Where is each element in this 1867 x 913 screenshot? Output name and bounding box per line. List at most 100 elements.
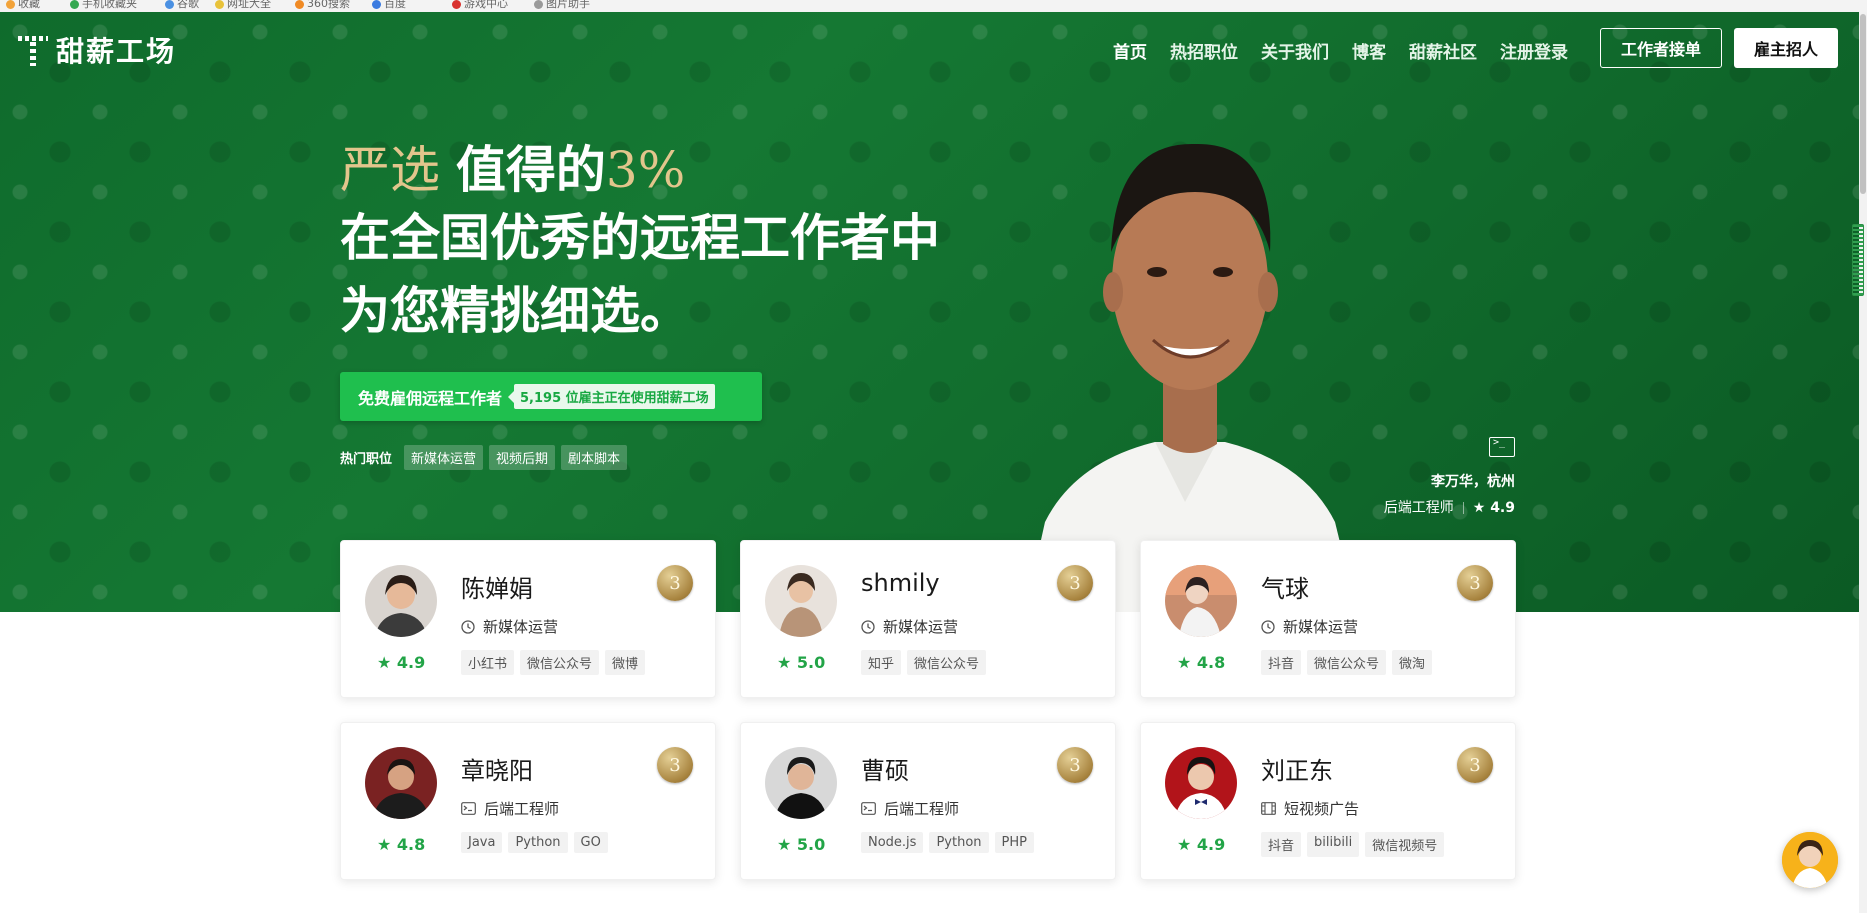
worker-card[interactable]: 章晓阳 3 后端工程师 ★ 4.8 Java Python GO <box>340 722 716 880</box>
worker-role-label: 新媒体运营 <box>883 618 959 636</box>
bookmark-item[interactable]: 图片助手 <box>534 0 590 11</box>
worker-skill-tags: 小红书 微信公众号 微博 <box>461 650 651 675</box>
headline-white-word: 值得的 <box>455 141 606 199</box>
featured-worker-rating: ★ 4.9 <box>1472 500 1515 516</box>
bookmark-label: 网址大全 <box>227 0 271 10</box>
divider <box>1462 502 1464 514</box>
skill-tag: 微信公众号 <box>520 650 600 675</box>
clock-icon <box>861 619 875 634</box>
search-icon <box>295 0 304 9</box>
bookmark-label: 收藏 <box>18 0 40 10</box>
worker-skill-tags: 抖音 微信公众号 微淘 <box>1261 650 1438 675</box>
worker-role-label: 后端工程师 <box>884 800 960 818</box>
worker-rating: ★ 5.0 <box>777 653 826 672</box>
globe-icon <box>165 0 174 9</box>
film-icon <box>1261 802 1276 815</box>
avatar <box>365 747 437 819</box>
nav-link-home[interactable]: 首页 <box>1113 38 1147 63</box>
featured-worker-role-row: 后端工程师 ★ 4.9 <box>1384 497 1515 517</box>
worker-skill-tags: Java Python GO <box>461 832 614 853</box>
top-3-percent-badge-icon: 3 <box>1457 565 1493 601</box>
bookmark-item[interactable]: 手机收藏夹 <box>70 0 137 11</box>
cta-employer-count-badge: 5,195 位雇主正在使用甜薪工场 <box>514 384 715 409</box>
skill-tag: 微信公众号 <box>907 650 987 675</box>
worker-role: 新媒体运营 <box>861 616 958 637</box>
skill-tag: 微淘 <box>1392 650 1433 675</box>
star-icon <box>6 0 15 9</box>
clock-icon <box>1261 619 1275 634</box>
nav-link-community[interactable]: 甜薪社区 <box>1409 38 1477 63</box>
worker-rating: ★ 4.9 <box>1177 835 1226 854</box>
featured-worker-caption: 李万华，杭州 后端工程师 ★ 4.9 <box>1384 437 1515 517</box>
avatar <box>765 747 837 819</box>
worker-name: 曹硕 <box>861 757 909 785</box>
featured-worker-role: 后端工程师 <box>1383 500 1454 516</box>
featured-worker-portrait <box>1025 143 1357 612</box>
bookmark-item[interactable]: 百度 <box>372 0 406 11</box>
nav-link-hot-jobs[interactable]: 热招职位 <box>1170 38 1238 63</box>
skill-tag: 小红书 <box>461 650 515 675</box>
nav-link-register-login[interactable]: 注册登录 <box>1500 38 1568 63</box>
avatar-image <box>765 565 837 637</box>
hot-job-tag[interactable]: 新媒体运营 <box>404 445 484 470</box>
worker-card[interactable]: shmily 3 新媒体运营 ★ 5.0 知乎 微信公众号 <box>740 540 1116 698</box>
worker-rating: ★ 4.8 <box>1177 653 1226 672</box>
top-navigation: 甜薪工场 首页 热招职位 关于我们 博客 甜薪社区 注册登录 工作者接单 雇主招… <box>0 12 1867 84</box>
skill-tag: 微信公众号 <box>1307 650 1387 675</box>
bookmark-item[interactable]: 收藏 <box>6 0 40 11</box>
hire-remote-worker-button[interactable]: 免费雇佣远程工作者 5,195 位雇主正在使用甜薪工场 <box>340 372 762 421</box>
terminal-icon <box>1489 437 1515 457</box>
worker-skill-tags: 知乎 微信公众号 <box>861 650 992 675</box>
avatar-image <box>365 565 437 637</box>
image-icon <box>534 0 543 9</box>
skill-tag: GO <box>573 832 608 853</box>
top-3-percent-badge-icon: 3 <box>657 747 693 783</box>
worker-card[interactable]: 曹硕 3 后端工程师 ★ 5.0 Node.js Python PHP <box>740 722 1116 880</box>
employer-hire-button[interactable]: 雇主招人 <box>1734 28 1838 68</box>
skill-tag: bilibili <box>1307 832 1360 857</box>
worker-name: 章晓阳 <box>461 757 533 785</box>
skill-tag: Python <box>508 832 568 853</box>
nav-links: 首页 热招职位 关于我们 博客 甜薪社区 注册登录 <box>1113 38 1591 63</box>
bookmark-item[interactable]: 游戏中心 <box>452 0 508 11</box>
bookmark-label: 游戏中心 <box>464 0 508 10</box>
bookmark-item[interactable]: 网址大全 <box>215 0 271 11</box>
top-3-percent-badge-icon: 3 <box>657 565 693 601</box>
page-scrollbar-thumb[interactable] <box>1860 14 1866 194</box>
terminal-icon <box>861 802 876 815</box>
worker-role-label: 新媒体运营 <box>1283 618 1359 636</box>
top-3-percent-badge-icon: 3 <box>1057 747 1093 783</box>
worker-signup-button[interactable]: 工作者接单 <box>1600 28 1722 68</box>
avatar <box>365 565 437 637</box>
logo-text: 甜薪工场 <box>56 35 177 68</box>
headline-percent: 3% <box>605 141 686 199</box>
nav-link-blog[interactable]: 博客 <box>1352 38 1386 63</box>
skill-tag: 知乎 <box>861 650 902 675</box>
bookmark-label: 谷歌 <box>177 0 199 10</box>
hot-job-tag[interactable]: 视频后期 <box>489 445 556 470</box>
skill-tag: 抖音 <box>1261 832 1302 857</box>
worker-role-label: 后端工程师 <box>484 800 560 818</box>
bookmark-label: 图片助手 <box>546 0 590 10</box>
bookmarks-bar: 收藏 手机收藏夹 谷歌 网址大全 360搜索 百度 游戏中心 图片助手 <box>0 0 1867 12</box>
worker-card[interactable]: 陈婵娟 3 新媒体运营 ★ 4.9 小红书 微信公众号 微博 <box>340 540 716 698</box>
hot-jobs: 热门职位 新媒体运营 视频后期 剧本脚本 <box>340 445 633 470</box>
site-logo[interactable]: 甜薪工场 <box>18 30 176 70</box>
hot-job-tag[interactable]: 剧本脚本 <box>561 445 628 470</box>
cta-label: 免费雇佣远程工作者 <box>358 388 503 408</box>
skill-tag: Python <box>929 832 989 853</box>
worker-role: 短视频广告 <box>1261 798 1359 819</box>
clock-icon <box>461 619 475 634</box>
worker-rating: ★ 4.8 <box>377 835 426 854</box>
worker-card[interactable]: 气球 3 新媒体运营 ★ 4.8 抖音 微信公众号 微淘 <box>1140 540 1516 698</box>
nav-link-about[interactable]: 关于我们 <box>1261 38 1329 63</box>
avatar <box>1165 565 1237 637</box>
worker-role-label: 新媒体运营 <box>483 618 559 636</box>
bookmark-item[interactable]: 谷歌 <box>165 0 199 11</box>
worker-card[interactable]: 刘正东 3 短视频广告 ★ 4.9 抖音 bilibili 微信视频号 <box>1140 722 1516 880</box>
sidebar-widget-handle[interactable] <box>1852 224 1864 296</box>
customer-service-chat-button[interactable] <box>1782 832 1838 888</box>
avatar-image <box>365 747 437 819</box>
bookmark-item[interactable]: 360搜索 <box>295 0 350 11</box>
skill-tag: 微信视频号 <box>1365 832 1445 857</box>
